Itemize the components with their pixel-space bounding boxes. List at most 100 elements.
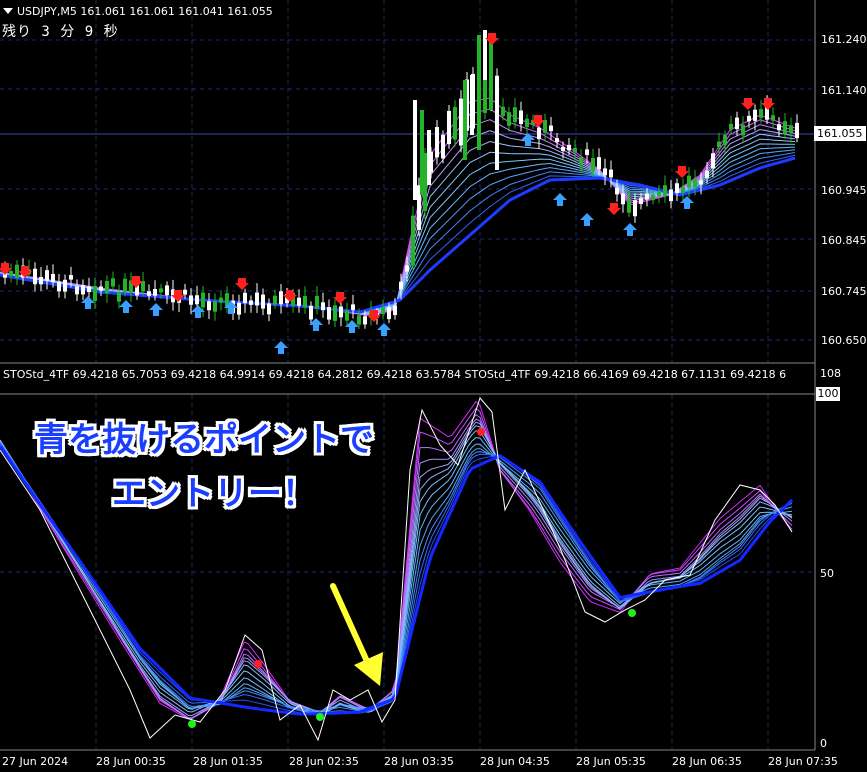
candle-body [195,295,199,305]
candle-body [555,138,559,143]
candle-body [441,134,445,159]
candle-body [33,268,37,285]
candle-body [201,292,205,308]
candle-body [273,295,277,305]
candle-body [681,186,685,193]
symbol-header[interactable]: USDJPY,M5 161.061 161.061 161.041 161.05… [3,5,273,18]
price-tick: 161.240 [821,33,867,46]
candle-body [45,270,49,281]
candle-body [165,285,169,296]
candle-body [459,98,463,146]
candle-body [741,124,745,136]
candle-body [573,147,577,153]
candle-body [87,286,91,293]
candle-body [261,294,265,309]
price-tick: 160.745 [821,285,867,298]
candle-body [675,183,679,194]
candle-body [153,288,157,296]
candle-body [309,305,313,320]
signal-dot [477,428,485,436]
time-tick: 28 Jun 00:35 [96,755,166,768]
candle-body [771,115,775,121]
candle-body [699,180,703,185]
candle-body [405,265,409,272]
candle-body [753,109,757,121]
dropdown-triangle-icon[interactable] [3,8,13,14]
candle-body [381,307,385,315]
candle-body [123,278,127,293]
candle-body [639,198,643,204]
annotation-line-2: エントリー！ [112,474,316,514]
candle-body [81,284,85,295]
candle-body [663,185,667,197]
buy-arrow-icon [580,213,594,226]
sell-arrow-icon [235,278,249,290]
candle-body [141,280,145,292]
signal-dot [316,713,324,721]
indicator-level-0: 0 [820,737,827,750]
candle-body [489,40,493,110]
indicator-label: STOStd_4TF 69.4218 65.7053 69.4218 64.99… [3,368,787,381]
candle-body [549,125,553,132]
candle-body [513,107,517,123]
buy-arrow-icon [274,341,288,354]
candle-body [447,110,451,145]
price-tick: 161.140 [821,84,867,97]
candle-body [717,141,721,148]
candle-body [477,35,481,150]
candle-body [339,306,343,318]
candle-body [777,124,781,131]
candle-body [39,276,43,285]
candle-body [453,107,457,140]
candle-body [357,315,361,325]
candle-body [297,297,301,306]
chart-window[interactable]: USDJPY,M5 161.061 161.061 161.041 161.05… [0,0,867,772]
candle-body [735,117,739,130]
annotation-arrowhead-icon [354,652,383,686]
candle-body [117,292,121,302]
candle-body [321,302,325,311]
candle-body [420,110,424,195]
candle-body [603,168,607,176]
candle-body [315,295,319,309]
candle-body [399,281,403,290]
bar-countdown: 残り 3 分 9 秒 [2,24,119,40]
candle-body [303,295,307,308]
candle-body [333,305,337,321]
buy-arrow-icon [553,193,567,206]
candle-body [189,295,193,305]
candle-body [393,305,397,316]
candle-body [435,127,439,158]
buy-arrow-icon [680,196,694,209]
price-ma-line [0,108,796,316]
candle-body [609,169,613,178]
price-chart[interactable] [0,0,867,772]
signal-dot [188,720,196,728]
candle-body [413,100,417,200]
candle-body [747,115,751,122]
candle-body [213,301,217,312]
price-tick: 160.945 [821,184,867,197]
price-tick: 160.650 [821,334,867,347]
candle-body [597,157,601,170]
candle-body [621,193,625,205]
candle-body [651,194,655,201]
candle-body [561,146,565,152]
candle-body [267,303,271,315]
candle-body [345,310,349,321]
candle-body [507,112,511,126]
candle-body [537,127,541,140]
candle-body [483,74,487,113]
candle-body [327,307,331,320]
candle-body [111,278,115,287]
candle-body [759,109,763,118]
candle-body [219,297,223,303]
candle-body [463,80,467,160]
candle-body [279,291,283,305]
candle-body [669,189,673,202]
candle-body [9,271,13,277]
indicator-level-100: 100 [816,387,840,401]
candle-body [255,292,259,306]
time-tick: 28 Jun 05:35 [576,755,646,768]
candle-body [63,279,67,292]
